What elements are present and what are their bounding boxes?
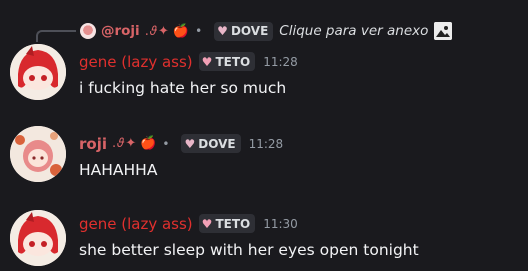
message-header: roji .𝜗✦ 🍎 • ♥ DOVE 11:28 [79,134,283,153]
heart-icon: ♥ [184,136,196,151]
server-tag-label: TETO [215,216,251,231]
server-tag[interactable]: ♥ DOVE [181,134,241,153]
heart-icon: ♥ [201,216,213,231]
avatar[interactable] [10,126,66,182]
username[interactable]: gene (lazy ass) [79,53,193,71]
reply-tag-label: DOVE [230,24,269,38]
server-tag[interactable]: ♥ TETO [198,214,256,233]
reply-text[interactable]: Clique para ver anexo [279,23,428,39]
message-header: gene (lazy ass) ♥ TETO 11:28 [79,52,298,71]
message-header: gene (lazy ass) ♥ TETO 11:30 [79,214,298,233]
heart-icon: ♥ [217,24,228,38]
image-attachment-icon[interactable] [434,22,453,40]
timestamp[interactable]: 11:28 [263,55,298,69]
message-text: i fucking hate her so much [79,79,287,97]
server-tag[interactable]: ♥ TETO [198,52,256,71]
reply-reference[interactable]: @roji .𝜗✦ 🍎 • ♥ DOVE Clique para ver ane… [80,21,453,41]
separator-dot: • [162,136,170,151]
apple-icon: 🍎 [172,23,190,39]
reply-username[interactable]: @roji [101,23,140,39]
timestamp[interactable]: 11:28 [249,137,284,151]
server-tag-label: TETO [215,54,251,69]
timestamp[interactable]: 11:30 [263,217,298,231]
apple-icon: 🍎 [140,136,157,151]
message-text: HAHAHHA [79,161,158,179]
reply-avatar [80,23,96,39]
reply-username-decoration: .𝜗✦ [144,23,170,39]
separator-dot: • [195,24,203,38]
username-decoration: .𝜗✦ [112,136,138,151]
avatar[interactable] [10,44,66,100]
avatar[interactable] [10,210,66,266]
reply-tag: ♥ DOVE [214,21,274,41]
username[interactable]: roji [79,135,107,153]
message-text: she better sleep with her eyes open toni… [79,241,419,259]
username[interactable]: gene (lazy ass) [79,215,193,233]
heart-icon: ♥ [201,54,213,69]
server-tag-label: DOVE [198,136,236,151]
reply-connector [36,30,76,42]
